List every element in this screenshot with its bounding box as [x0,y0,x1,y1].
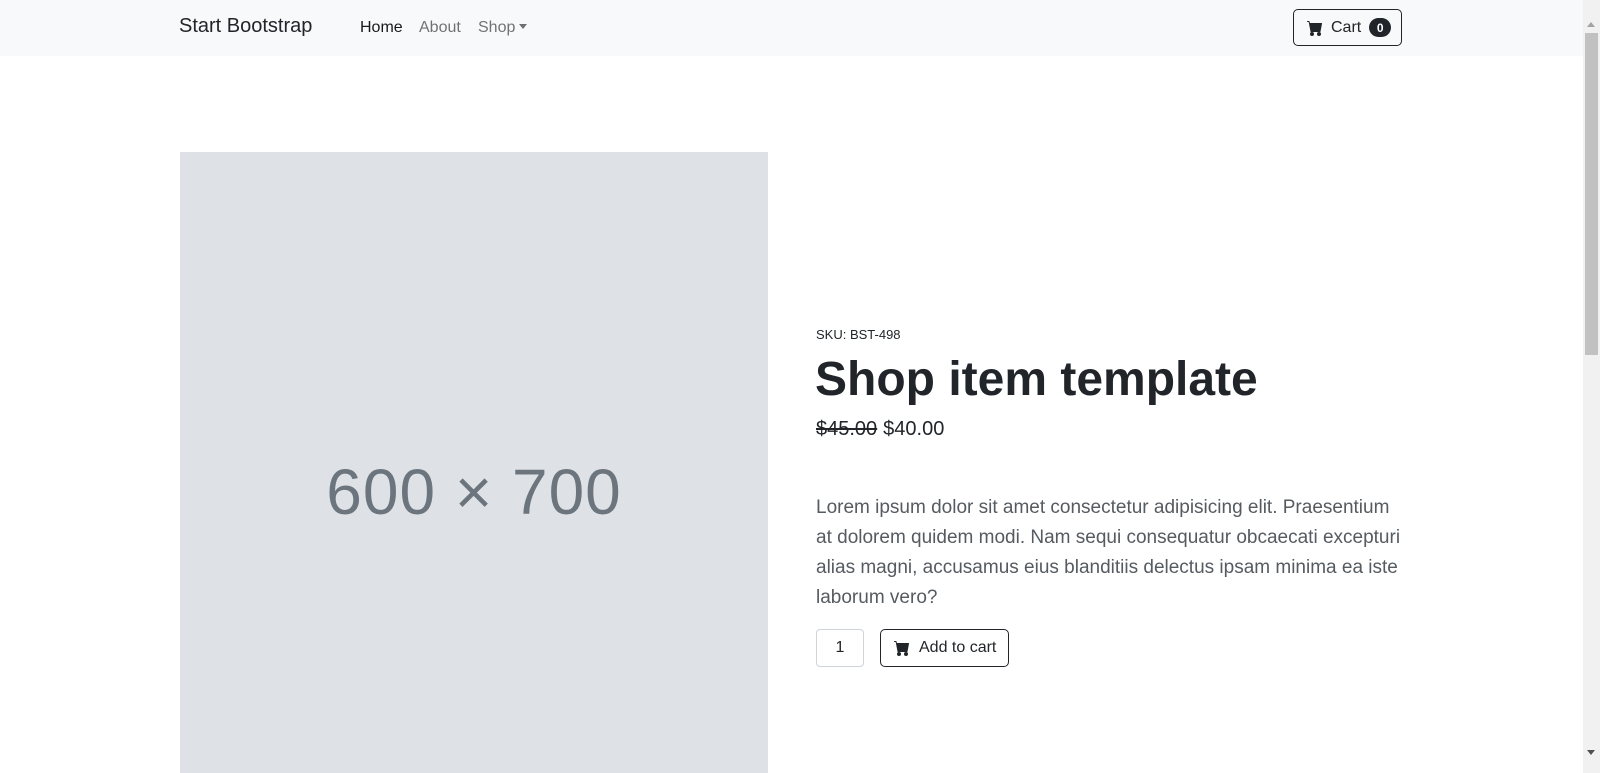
product-description: Lorem ipsum dolor sit amet consectetur a… [816,497,1401,608]
cart-count-badge: 0 [1369,18,1392,37]
page: Start Bootstrap Home About Shop Cart 0 6… [0,0,1600,773]
product-title: Shop item template [815,353,1258,406]
old-price: $45.00 [816,418,878,440]
nav-link-about[interactable]: About [419,19,461,37]
brand-link[interactable]: Start Bootstrap [179,15,312,38]
add-to-cart-button[interactable]: Add to cart [880,629,1009,667]
product-image-placeholder: 600 × 700 [180,152,768,773]
quantity-input[interactable] [816,629,864,667]
nav-shop-label: Shop [478,19,516,36]
cart-icon [894,641,909,656]
add-to-cart-label: Add to cart [919,639,997,656]
product-sku: SKU: BST-498 [816,327,901,342]
cart-label: Cart [1331,18,1362,36]
navbar: Start Bootstrap Home About Shop Cart 0 [0,0,1583,56]
product-prices: $45.00 $40.00 [816,418,944,441]
nav-link-home[interactable]: Home [360,19,403,37]
vertical-scrollbar[interactable] [1583,0,1600,773]
cart-button[interactable]: Cart 0 [1293,9,1402,46]
cart-icon [1307,20,1322,36]
nav-dropdown-shop[interactable]: Shop [478,19,528,37]
scroll-down-arrow-icon[interactable] [1587,750,1595,755]
chevron-down-icon [519,24,528,29]
image-placeholder-text: 600 × 700 [326,456,622,528]
current-price: $40.00 [883,418,945,440]
scrollbar-thumb[interactable] [1585,33,1598,355]
scroll-up-arrow-icon[interactable] [1587,22,1595,27]
